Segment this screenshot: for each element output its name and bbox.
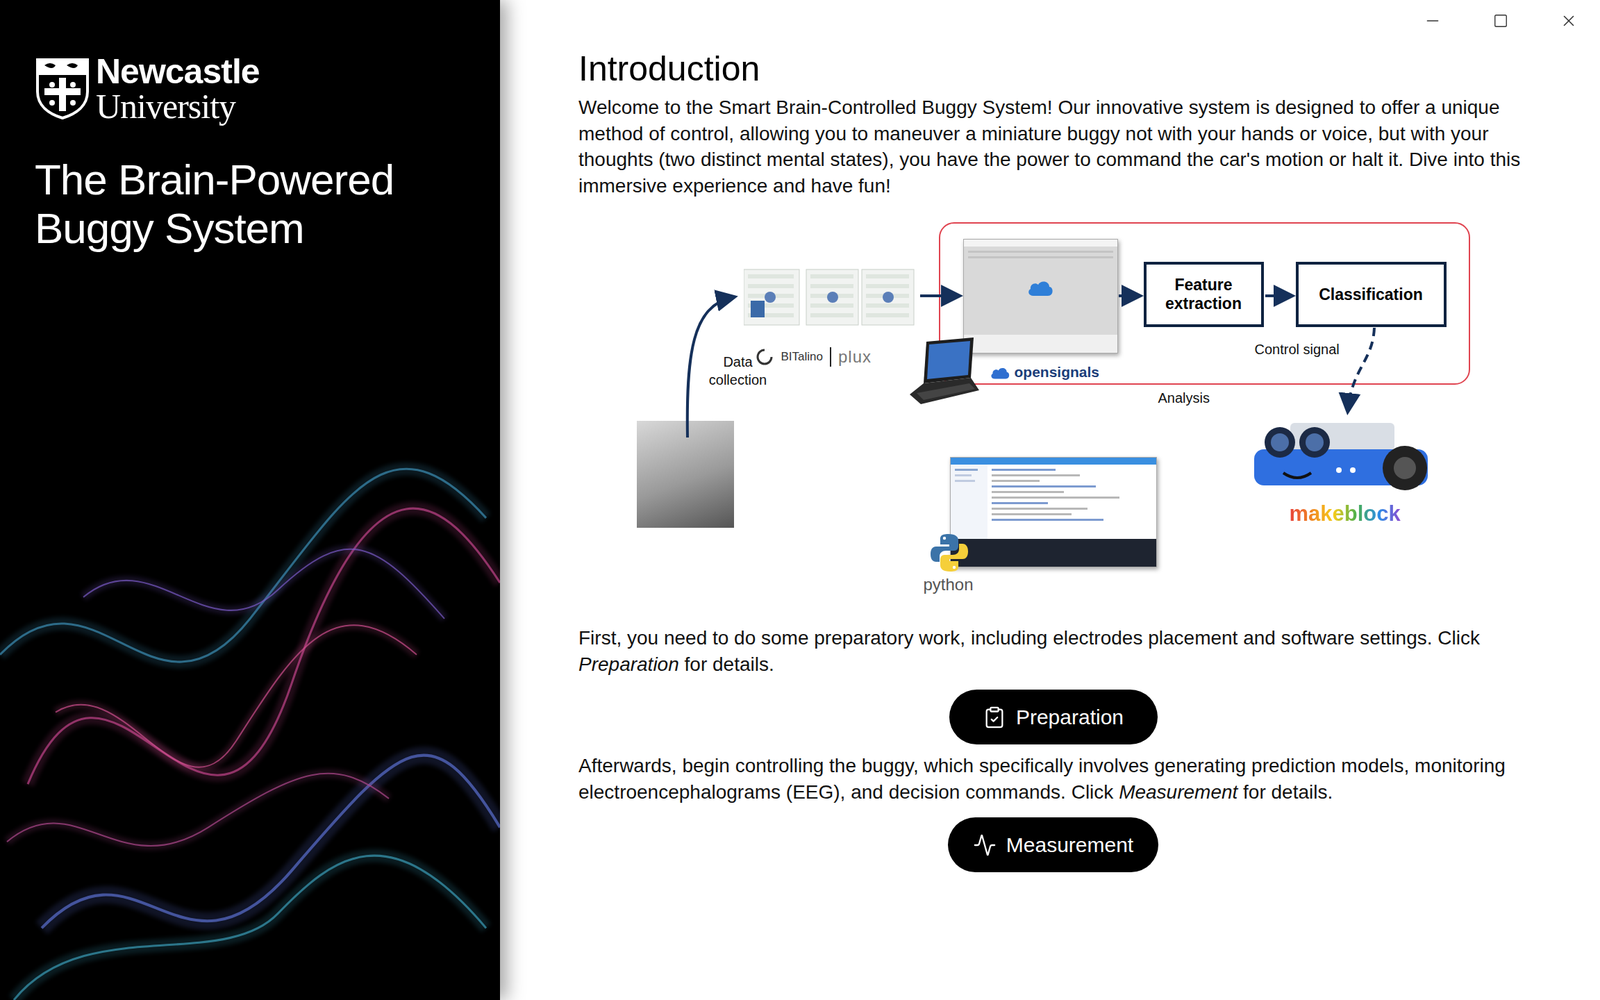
step-button[interactable]: Measurement (947, 817, 1159, 873)
window-controls (500, 0, 1600, 42)
logo-line: University (95, 88, 260, 124)
smoke-artwork-icon (0, 280, 500, 1000)
diagram-canvas: BITalino plux Data collection opensignals Fe… (636, 222, 1471, 605)
app-title-line: Buggy System (34, 204, 473, 253)
bitalino-logo-icon (754, 347, 775, 367)
app-window: NewcastleUniversity The Brain-PoweredBugg… (0, 0, 1600, 1000)
intro-heading: Introduction (578, 47, 1528, 91)
subject-photo (636, 420, 735, 528)
step-section: First, you need to do some preparatory w… (578, 625, 1528, 753)
buggy-robot (1248, 415, 1435, 496)
step-button-label: Measurement (1006, 833, 1134, 857)
ide-editor (987, 464, 1157, 539)
analysis-label: Analysis (1158, 388, 1210, 407)
step-text: Afterwards, begin controlling the buggy,… (578, 752, 1528, 805)
minimize-icon[interactable] (1423, 11, 1442, 30)
opensignals-window (963, 238, 1119, 354)
ide-sidebar (950, 464, 988, 539)
button-row: Measurement (578, 817, 1528, 873)
window-titlebar (963, 239, 1118, 247)
python-logo (928, 531, 971, 577)
clipboard-icon (982, 705, 1007, 730)
cloud-icon (1026, 277, 1055, 298)
step-button[interactable]: Preparation (949, 689, 1158, 745)
intro-text: Welcome to the Smart Brain-Controlled Bu… (578, 94, 1528, 199)
python-ide-window (950, 456, 1157, 568)
hardware-brands: BITalino plux (754, 347, 873, 367)
laptop-icon (906, 334, 982, 410)
bitalino-label: BITalino (781, 350, 823, 364)
app-title-line: The Brain-Powered (34, 155, 473, 205)
close-icon[interactable] (1559, 11, 1578, 30)
signal-pane (963, 246, 1118, 335)
opensignals-cloud (1026, 277, 1055, 300)
step-emphasis: Measurement (1118, 781, 1238, 803)
cloud-icon (989, 365, 1011, 380)
step-emphasis: Preparation (578, 653, 680, 675)
window-toolbar (963, 334, 1118, 353)
logo-text: NewcastleUniversity (95, 54, 260, 124)
bitalino-boards-icon (743, 265, 916, 330)
sidebar: NewcastleUniversity The Brain-PoweredBugg… (0, 0, 500, 1000)
bitalino-boards (743, 265, 916, 332)
opensignals-label: opensignals (1014, 363, 1100, 381)
window-body (963, 246, 1118, 335)
makeblock-label: makeblock (1289, 501, 1401, 527)
ide-console (950, 538, 1157, 567)
brand-divider (829, 347, 832, 367)
control-signal-label: Control signal (1254, 340, 1340, 359)
ide-body (950, 464, 1157, 539)
data-collection-label: Data collection (695, 352, 782, 389)
buggy-robot-icon (1248, 415, 1435, 493)
university-crest-icon (34, 56, 91, 121)
main-panel: IntroductionWelcome to the Smart Brain-C… (500, 0, 1600, 1000)
feature-extraction-box: Feature extraction (1143, 261, 1264, 328)
content: IntroductionWelcome to the Smart Brain-C… (500, 41, 1528, 873)
plux-label: plux (838, 347, 872, 367)
opensignals-brand: opensignals (989, 363, 1100, 381)
step-section: Afterwards, begin controlling the buggy,… (578, 752, 1528, 873)
pulse-icon (972, 833, 997, 857)
classification-box: Classification (1295, 261, 1447, 328)
diagram-arrows (636, 222, 1471, 605)
python-label: python (923, 575, 974, 595)
university-logo: NewcastleUniversity (0, 54, 500, 124)
ide-titlebar (950, 457, 1157, 465)
logo-line: Newcastle (95, 54, 260, 89)
system-diagram: BITalino plux Data collection opensignals Fe… (578, 222, 1528, 605)
app-title: The Brain-PoweredBuggy System (0, 155, 500, 253)
laptop (906, 334, 982, 412)
python-logo-icon (928, 531, 971, 574)
button-row: Preparation (578, 689, 1528, 745)
step-text: First, you need to do some preparatory w… (578, 625, 1528, 678)
step-button-label: Preparation (1015, 705, 1124, 730)
maximize-icon[interactable] (1493, 13, 1509, 29)
